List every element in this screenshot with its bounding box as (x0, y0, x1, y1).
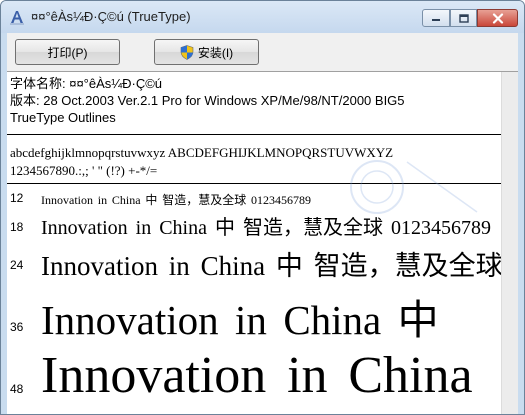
sample-text: Innovation in China 中 智造，慧及全球 0123456789 (41, 193, 311, 207)
sample-size-label: 18 (10, 220, 24, 234)
sample-size-label: 36 (10, 320, 24, 334)
install-button-label: 安装(I) (197, 45, 234, 60)
sample-text: Innovation in China (41, 350, 473, 404)
window-client-area: 打印(P) 安装(I) 字体名称: ¤¤°êÀs¼Ð·Ç©ú 版本: 28 Oc… (7, 33, 518, 414)
shield-icon (180, 44, 194, 60)
close-button[interactable] (477, 9, 518, 27)
maximize-icon (458, 13, 469, 23)
font-name-line: 字体名称: ¤¤°êÀs¼Ð·Ç©ú (10, 76, 163, 91)
sample-row: 48 Innovation in China (7, 350, 501, 414)
minimize-button[interactable] (422, 9, 450, 27)
vertical-scrollbar[interactable] (501, 72, 518, 414)
print-button[interactable]: 打印(P) (15, 39, 120, 65)
close-icon (492, 12, 503, 24)
sample-row: 24 Innovation in China 中 智造，慧及全球 (7, 242, 501, 286)
title-bar[interactable]: ¤¤°êÀs¼Ð·Ç©ú (TrueType) (1, 1, 524, 33)
sample-row: 36 Innovation in China 中 (7, 286, 501, 350)
font-preview-pane[interactable]: 字体名称: ¤¤°êÀs¼Ð·Ç©ú 版本: 28 Oct.2003 Ver.2… (7, 71, 518, 414)
font-viewer-window: ¤¤°êÀs¼Ð·Ç©ú (TrueType) 打印(P) 安装(I) 字体名称… (0, 0, 525, 415)
watermark-logo (350, 160, 478, 214)
separator-line (7, 134, 501, 135)
font-app-icon (10, 11, 24, 25)
maximize-button[interactable] (450, 9, 477, 27)
sample-size-label: 48 (10, 382, 24, 396)
font-type-line: TrueType Outlines (10, 110, 116, 125)
sample-size-label: 24 (10, 258, 24, 272)
minimize-icon (432, 19, 440, 21)
window-title: ¤¤°êÀs¼Ð·Ç©ú (TrueType) (31, 9, 191, 24)
font-info: 字体名称: ¤¤°êÀs¼Ð·Ç©ú 版本: 28 Oct.2003 Ver.2… (10, 75, 500, 126)
font-version-line: 版本: 28 Oct.2003 Ver.2.1 Pro for Windows … (10, 93, 405, 108)
sample-text: Innovation in China 中 智造，慧及全球 (41, 251, 501, 281)
install-button[interactable]: 安装(I) (154, 39, 259, 65)
sample-text: Innovation in China 中 (41, 297, 439, 343)
sample-size-label: 12 (10, 191, 24, 205)
